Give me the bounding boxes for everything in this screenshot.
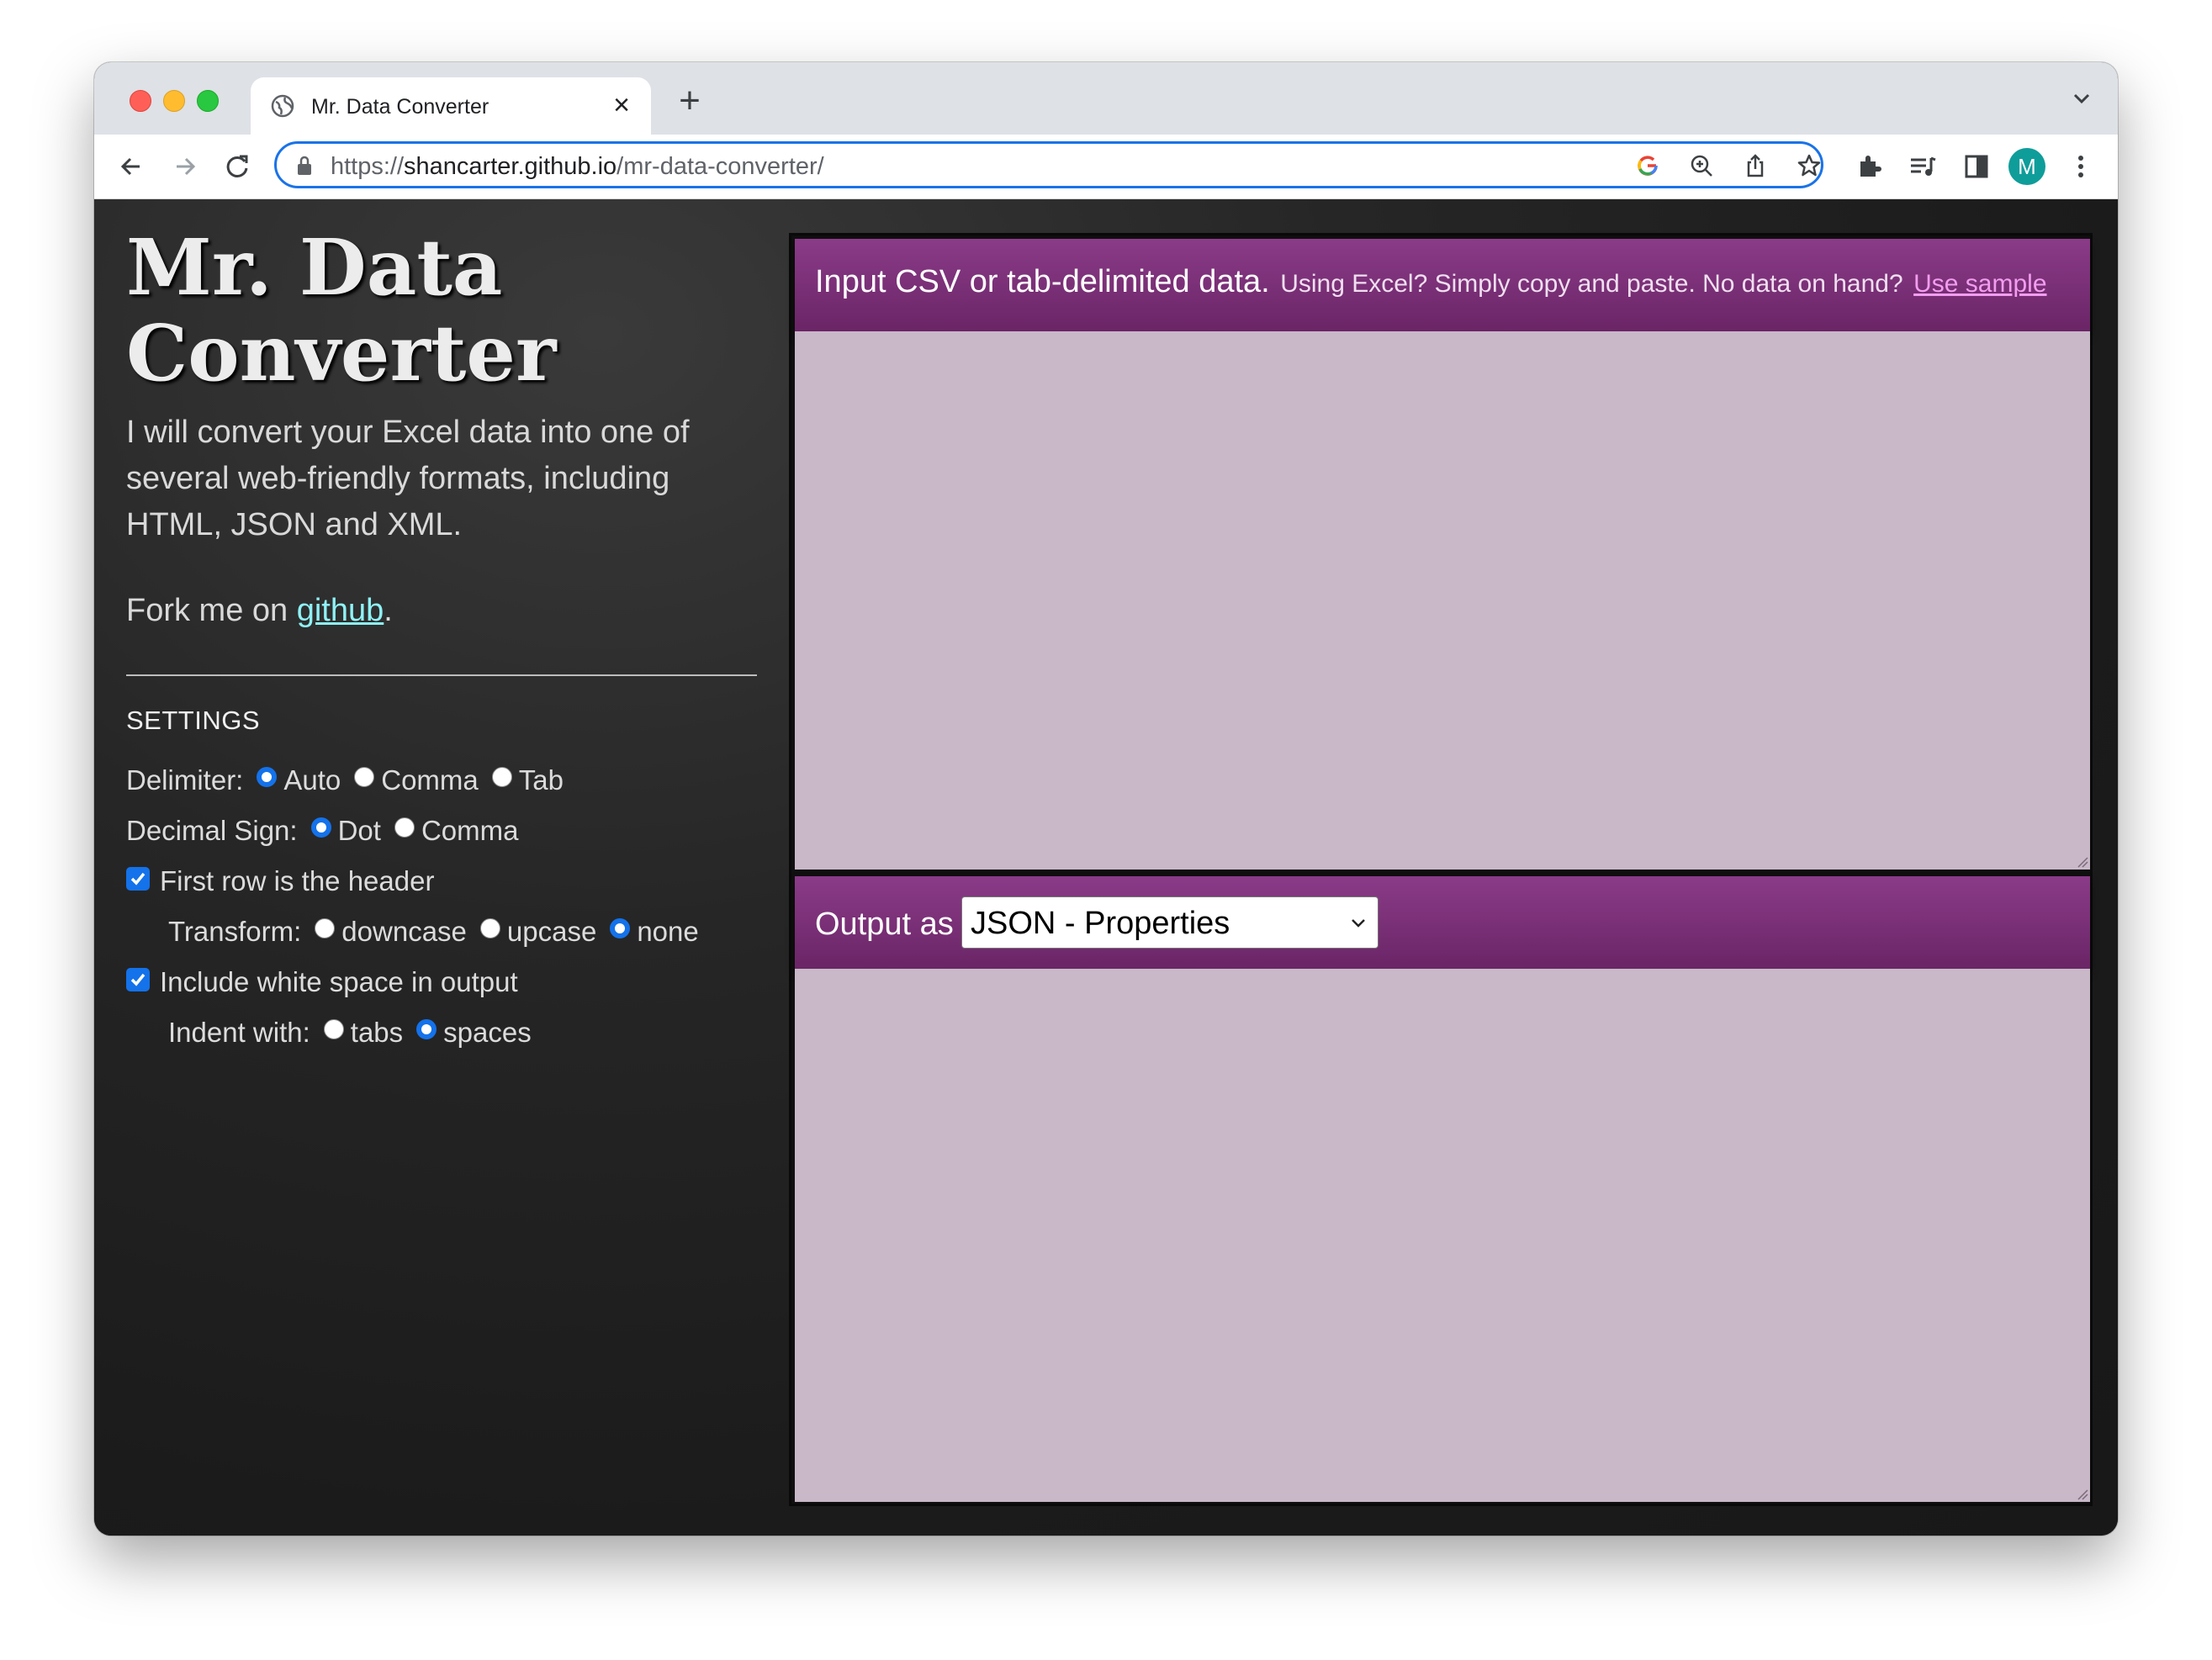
delimiter-tab-radio[interactable]: [491, 767, 512, 787]
delimiter-comma-radio[interactable]: [354, 767, 375, 787]
chevron-down-icon: [1352, 919, 1365, 928]
new-tab-icon[interactable]: +: [673, 82, 706, 119]
indent-spaces-radio[interactable]: [416, 1019, 437, 1039]
reload-icon[interactable]: [220, 150, 254, 183]
resize-grip-icon[interactable]: [2075, 1487, 2088, 1500]
kebab-menu-icon[interactable]: [2064, 150, 2098, 183]
url-text: https://shancarter.github.io/mr-data-con…: [331, 153, 824, 180]
input-hint: Using Excel? Simply copy and paste. No d…: [1280, 270, 1903, 298]
transform-upcase-label[interactable]: upcase: [507, 916, 596, 948]
share-icon[interactable]: [1742, 152, 1769, 179]
close-tab-icon[interactable]: ×: [607, 91, 636, 119]
indent-tabs-radio[interactable]: [323, 1019, 344, 1039]
checkmark-icon: [130, 872, 146, 886]
indent-setting: Indent with: tabs spaces: [168, 1017, 540, 1049]
lock-icon[interactable]: [295, 155, 314, 177]
use-sample-link[interactable]: Use sample: [1913, 270, 2046, 298]
delimiter-label: Delimiter:: [126, 764, 244, 796]
transform-upcase-radio[interactable]: [479, 918, 500, 938]
globe-icon: [271, 94, 294, 118]
input-header: Input CSV or tab-delimited data. Using E…: [795, 239, 2090, 331]
side-panel-icon[interactable]: [1960, 150, 1993, 183]
decimal-dot-label[interactable]: Dot: [338, 815, 381, 847]
transform-none-label[interactable]: none: [637, 916, 698, 948]
decimal-label: Decimal Sign:: [126, 815, 298, 846]
delimiter-comma-label[interactable]: Comma: [381, 764, 479, 796]
output-format-value: JSON - Properties: [971, 906, 1230, 941]
whitespace-checkbox[interactable]: [126, 968, 150, 991]
decimal-dot-radio[interactable]: [310, 817, 331, 838]
output-header: Output as JSON - Properties: [795, 876, 2090, 969]
checkmark-icon: [130, 973, 146, 986]
decimal-comma-radio[interactable]: [394, 817, 415, 838]
browser-tab[interactable]: Mr. Data Converter ×: [251, 77, 651, 135]
divider: [126, 674, 757, 676]
close-window-button[interactable]: [130, 90, 151, 112]
extensions-puzzle-icon[interactable]: [1852, 150, 1886, 183]
converter-panel: Input CSV or tab-delimited data. Using E…: [789, 233, 2093, 1506]
output-format-select[interactable]: JSON - Properties: [961, 896, 1379, 949]
page-content: Mr. Data Converter I will convert your Ex…: [94, 199, 2118, 1536]
indent-label: Indent with:: [168, 1017, 310, 1048]
profile-avatar[interactable]: M: [2008, 148, 2045, 185]
fork-text: Fork me on github.: [126, 593, 393, 628]
decimal-comma-label[interactable]: Comma: [421, 815, 519, 847]
address-bar[interactable]: https://shancarter.github.io/mr-data-con…: [274, 141, 1823, 188]
zoom-icon[interactable]: [1688, 152, 1715, 179]
browser-toolbar: https://shancarter.github.io/mr-data-con…: [94, 135, 2118, 199]
delimiter-auto-label[interactable]: Auto: [283, 764, 341, 796]
back-arrow-icon[interactable]: [114, 150, 148, 183]
tab-strip: Mr. Data Converter × +: [94, 62, 2118, 135]
delimiter-auto-radio[interactable]: [257, 767, 278, 787]
input-textarea[interactable]: [795, 331, 2090, 870]
decimal-setting: Decimal Sign: Dot Comma: [126, 815, 527, 847]
whitespace-label[interactable]: Include white space in output: [160, 966, 518, 998]
minimize-window-button[interactable]: [163, 90, 185, 112]
output-as-label: Output as: [815, 907, 954, 942]
indent-spaces-label[interactable]: spaces: [443, 1017, 532, 1049]
whitespace-setting: Include white space in output: [126, 966, 518, 998]
transform-none-radio[interactable]: [610, 918, 631, 938]
input-heading: Input CSV or tab-delimited data.: [815, 264, 1270, 299]
indent-tabs-label[interactable]: tabs: [351, 1017, 403, 1049]
header-row-label[interactable]: First row is the header: [160, 865, 434, 897]
intro-text: I will convert your Excel data into one …: [126, 415, 690, 542]
github-link[interactable]: github: [297, 593, 384, 628]
transform-label: Transform:: [168, 916, 302, 947]
output-textarea[interactable]: [795, 969, 2090, 1502]
header-row-setting: First row is the header: [126, 865, 434, 897]
browser-window: Mr. Data Converter × + https://shancarte…: [94, 62, 2118, 1536]
transform-downcase-label[interactable]: downcase: [341, 916, 467, 948]
transform-downcase-radio[interactable]: [315, 918, 336, 938]
tab-search-chevron-icon[interactable]: [2071, 87, 2093, 109]
bookmark-star-icon[interactable]: [1796, 152, 1823, 179]
delimiter-setting: Delimiter: Auto Comma Tab: [126, 764, 572, 796]
tab-title: Mr. Data Converter: [311, 95, 489, 119]
site-title: Mr. Data Converter: [126, 222, 557, 399]
google-icon[interactable]: [1634, 152, 1661, 179]
maximize-window-button[interactable]: [197, 90, 219, 112]
forward-arrow-icon[interactable]: [168, 150, 202, 183]
delimiter-tab-label[interactable]: Tab: [519, 764, 564, 796]
settings-heading: SETTINGS: [126, 706, 261, 735]
media-queue-icon[interactable]: [1906, 150, 1939, 183]
header-row-checkbox[interactable]: [126, 867, 150, 891]
resize-grip-icon[interactable]: [2075, 854, 2088, 868]
transform-setting: Transform: downcase upcase none: [168, 916, 707, 948]
